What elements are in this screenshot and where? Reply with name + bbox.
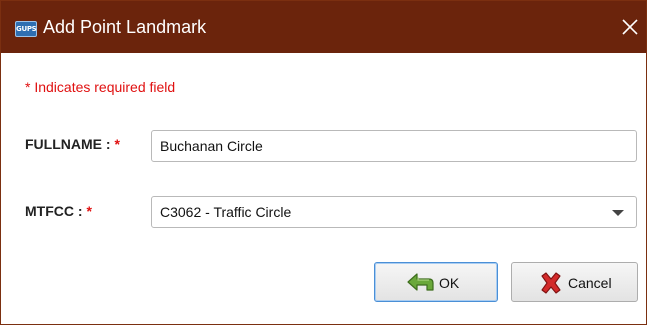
mtfcc-label-text: MTFCC : [25,203,83,219]
fullname-label-text: FULLNAME : [25,136,111,152]
required-field-note: * Indicates required field [25,79,176,95]
close-icon[interactable] [617,14,643,40]
chevron-down-icon [612,210,624,216]
app-logo-icon: GUPS [15,21,37,37]
red-x-icon [541,272,561,294]
dialog-title: Add Point Landmark [43,17,207,37]
ok-button-label: OK [439,275,460,291]
fullname-label: FULLNAME : * [25,136,120,152]
fullname-field[interactable] [151,130,637,162]
cancel-button[interactable]: Cancel [511,262,638,302]
required-marker: * [86,203,92,219]
mtfcc-selected-value: C3062 - Traffic Circle [160,204,292,220]
dialog-content: * Indicates required field FULLNAME :* M… [1,53,646,324]
mtfcc-label: MTFCC : * [25,203,92,219]
add-point-landmark-dialog: GUPS Add Point Landmark * Indicates requ… [0,0,647,325]
cancel-button-label: Cancel [568,275,612,291]
green-arrow-icon [407,273,434,291]
mtfcc-select[interactable]: C3062 - Traffic Circle [151,196,637,228]
required-marker: * [114,136,120,152]
ok-button[interactable]: OK [374,262,498,302]
title-bar: GUPS Add Point Landmark [1,1,646,53]
